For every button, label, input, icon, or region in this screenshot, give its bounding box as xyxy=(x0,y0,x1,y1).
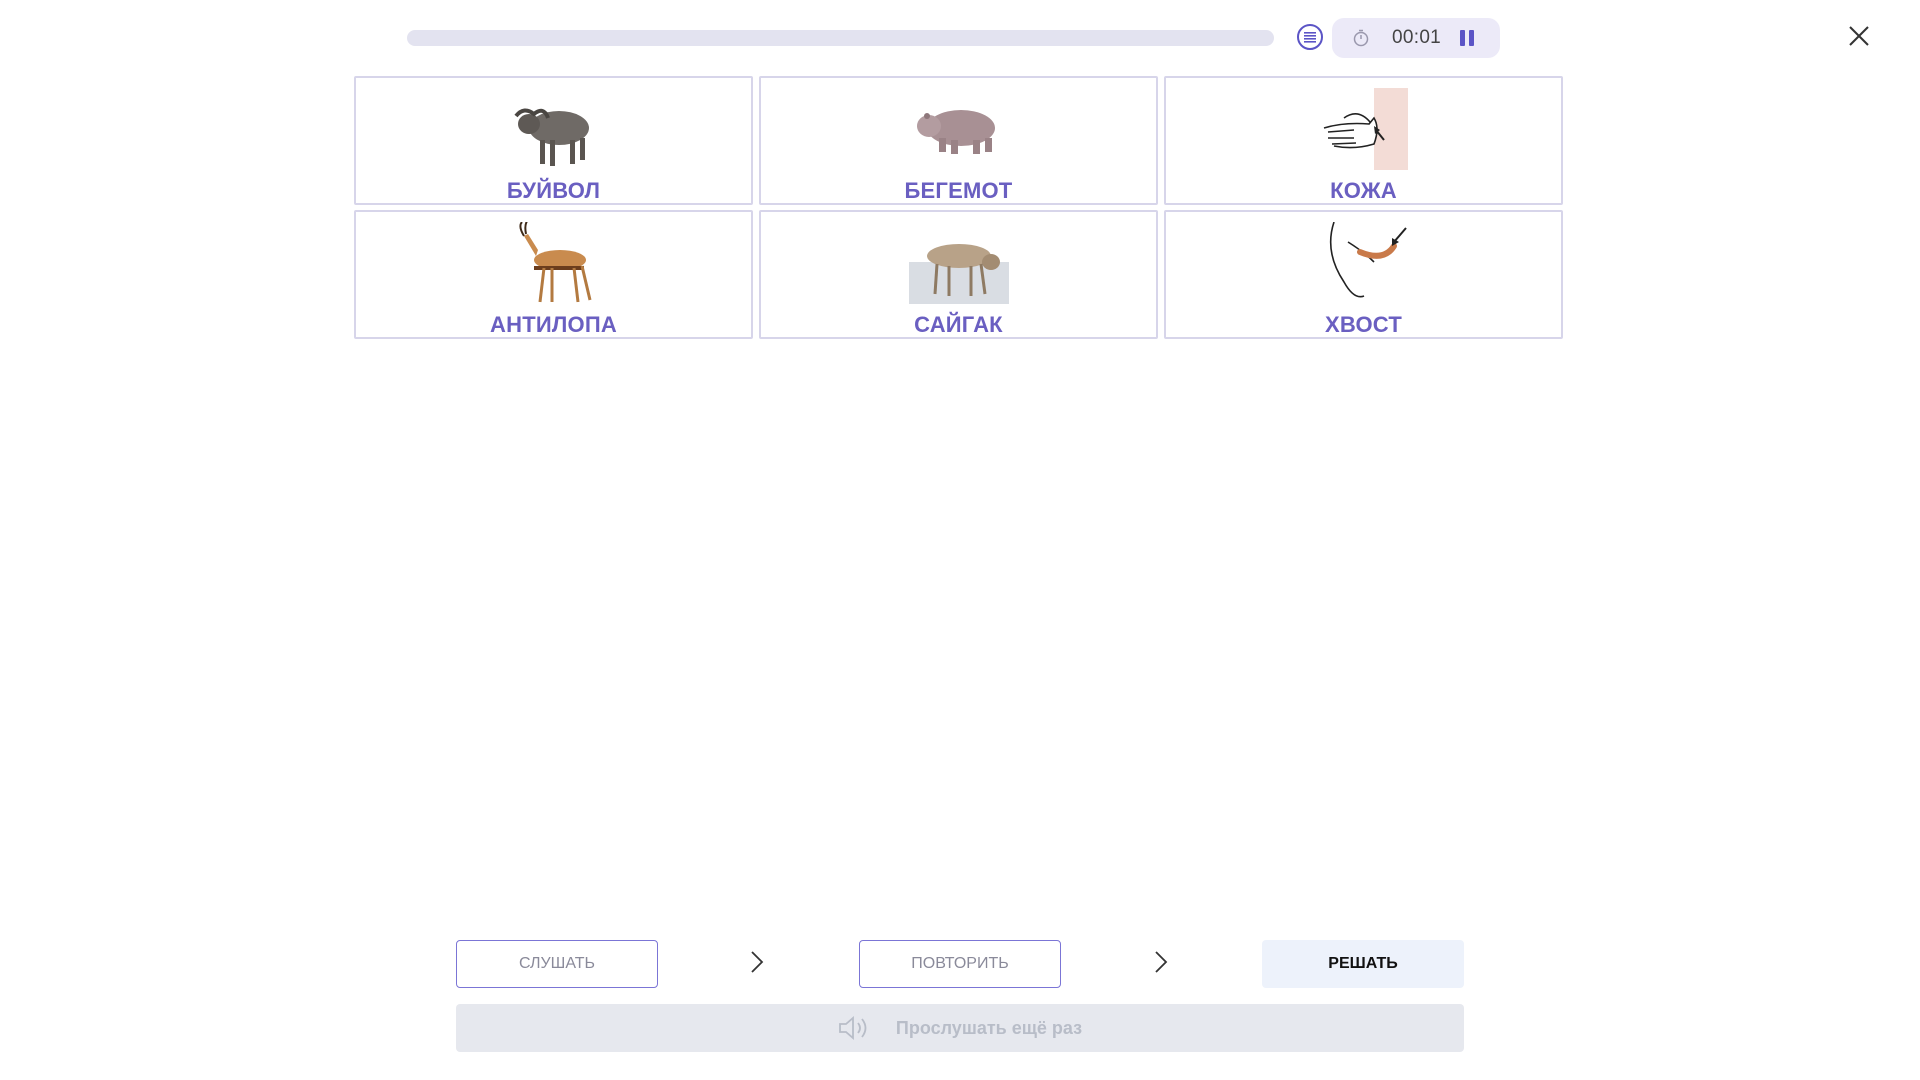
solve-step-button[interactable]: РЕШАТЬ xyxy=(1262,940,1464,988)
card-label: КОЖА xyxy=(1330,178,1397,203)
repeat-step-label: ПОВТОРИТЬ xyxy=(911,955,1009,972)
antelope-icon xyxy=(518,222,591,303)
card-label: БУЙВОЛ xyxy=(506,178,601,203)
close-icon[interactable] xyxy=(1847,24,1871,48)
speaker-icon xyxy=(839,1016,867,1040)
tail-icon xyxy=(1329,222,1407,298)
skin-hand-icon xyxy=(1323,88,1408,170)
card-label: БЕГЕМОТ xyxy=(904,178,1013,203)
exercise-screen: 00:01 БУЙВОЛ БЕГЕМОТ КОЖА АНТИЛОПА САЙГА… xyxy=(0,0,1920,1080)
saiga-icon xyxy=(908,244,1009,304)
card-saiga[interactable]: САЙГАК xyxy=(759,210,1158,339)
timer-value: 00:01 xyxy=(1392,27,1442,48)
card-buffalo[interactable]: БУЙВОЛ xyxy=(354,76,753,205)
buffalo-icon xyxy=(513,108,589,166)
card-label: АНТИЛОПА xyxy=(490,312,617,337)
card-label: ХВОСТ xyxy=(1325,312,1402,337)
repeat-step-button[interactable]: ПОВТОРИТЬ xyxy=(859,940,1061,988)
listen-step-label: СЛУШАТЬ xyxy=(518,955,596,972)
list-icon xyxy=(1304,32,1316,43)
listen-step-button[interactable]: СЛУШАТЬ xyxy=(456,940,658,988)
card-hippo[interactable]: БЕГЕМОТ xyxy=(759,76,1158,205)
task-list-button[interactable] xyxy=(1297,24,1323,50)
solve-step-label: РЕШАТЬ xyxy=(1328,955,1398,972)
listen-again-label: Прослушать ещё раз xyxy=(895,1017,1083,1038)
card-antelope[interactable]: АНТИЛОПА xyxy=(354,210,753,339)
progress-bar xyxy=(407,30,1274,46)
card-skin[interactable]: КОЖА xyxy=(1164,76,1563,205)
timer-panel: 00:01 xyxy=(1332,18,1500,58)
hippo-icon xyxy=(916,110,995,154)
stopwatch-icon xyxy=(1353,29,1369,47)
chevron-right-icon xyxy=(751,951,764,973)
card-tail[interactable]: ХВОСТ xyxy=(1164,210,1563,339)
chevron-right-icon xyxy=(1155,951,1168,973)
card-label: САЙГАК xyxy=(914,312,1003,337)
pause-icon[interactable] xyxy=(1458,29,1476,47)
listen-again-button[interactable]: Прослушать ещё раз xyxy=(456,1004,1464,1052)
